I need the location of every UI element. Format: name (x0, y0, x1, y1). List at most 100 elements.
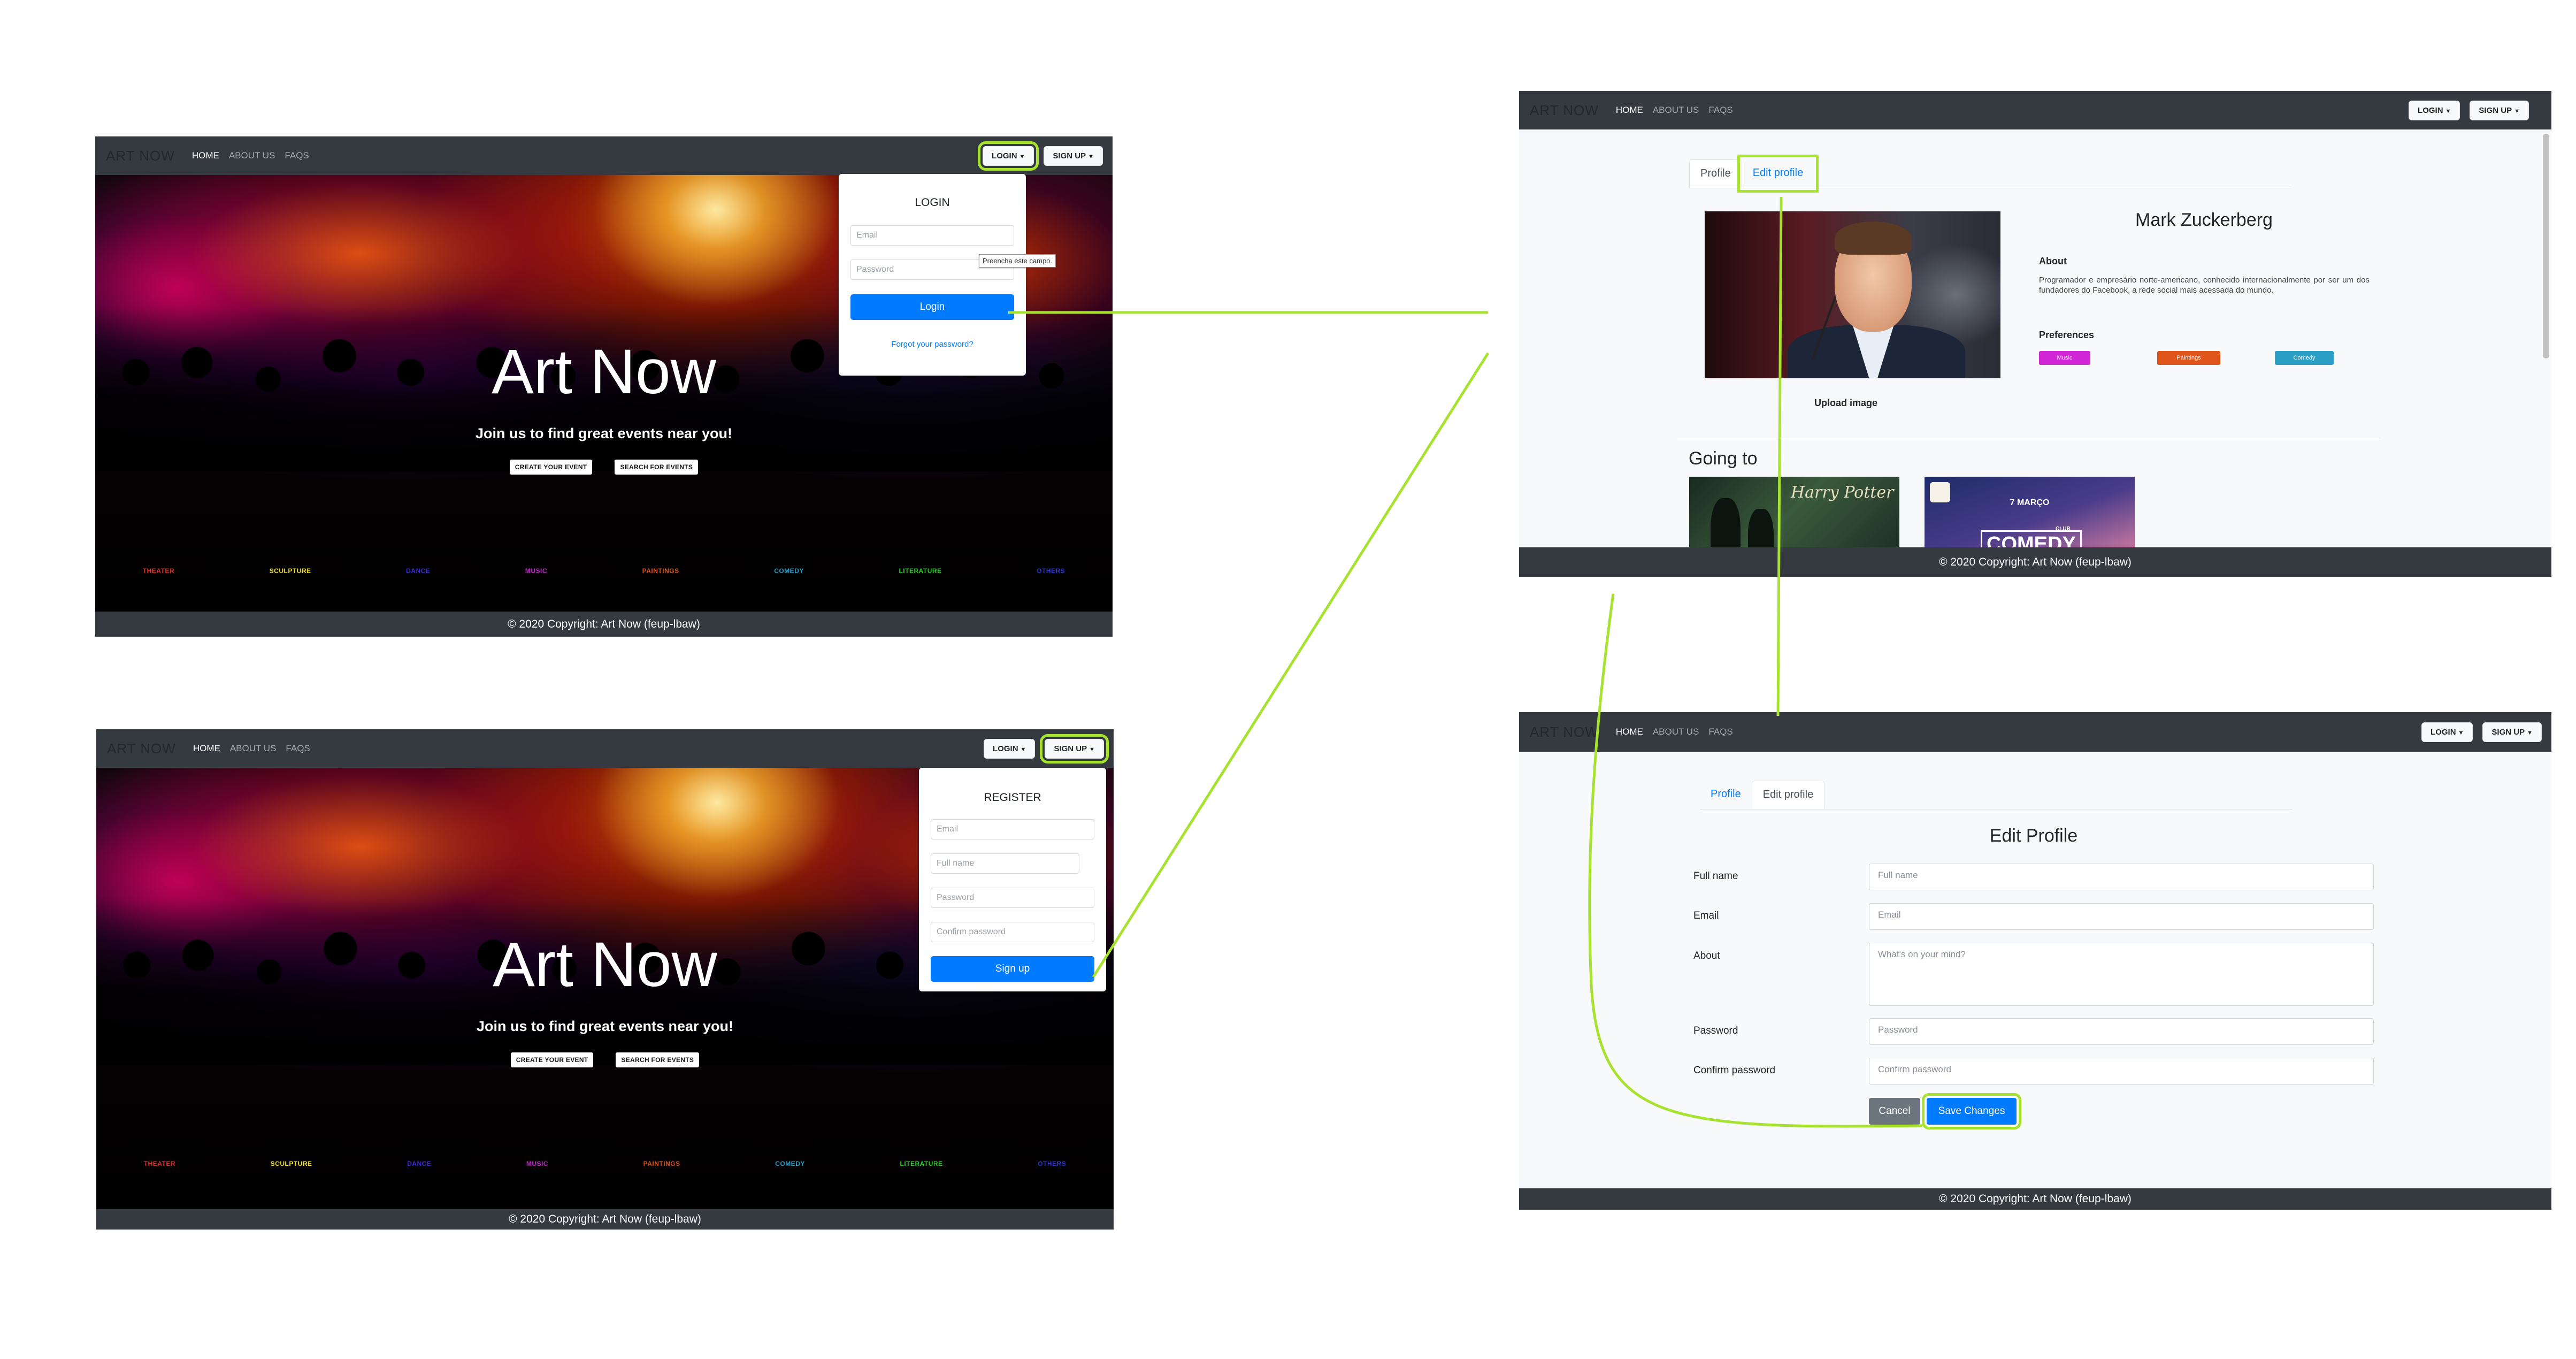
category-paintings[interactable]: PAINTINGS (643, 1160, 680, 1167)
footer: © 2020 Copyright: Art Now (feup-lbaw) (1519, 1188, 2551, 1210)
footer-copyright: © 2020 Copyright: Art Now (feup-lbaw) (509, 1213, 701, 1225)
search-events-button[interactable]: SEARCH FOR EVENTS (615, 460, 699, 475)
profile-tabs: Profile Edit profile (1700, 781, 2293, 810)
about-textarea[interactable]: What's on your mind? (1869, 943, 2374, 1006)
upload-image-button[interactable]: Upload image (1814, 398, 1877, 409)
signup-button[interactable]: SIGN UP ▼ (1040, 734, 1109, 764)
nav-faqs[interactable]: FAQS (285, 150, 309, 161)
category-others[interactable]: OTHERS (1037, 567, 1065, 575)
password-label: Password (1693, 1025, 1738, 1036)
category-dance[interactable]: DANCE (406, 567, 430, 575)
nav-about[interactable]: ABOUT US (229, 150, 275, 161)
nav-about[interactable]: ABOUT US (1653, 727, 1699, 737)
category-paintings[interactable]: PAINTINGS (642, 567, 679, 575)
screen-home-login: ART NOW HOME ABOUT US FAQS LOGIN ▼ SIGN U… (95, 136, 1113, 637)
nav-home[interactable]: HOME (192, 150, 219, 161)
category-music[interactable]: MUSIC (525, 567, 547, 575)
login-button[interactable]: LOGIN ▼ (2409, 100, 2460, 120)
category-literature[interactable]: LITERATURE (899, 567, 941, 575)
caret-down-icon: ▼ (2527, 729, 2533, 736)
login-button[interactable]: LOGIN ▼ (984, 738, 1036, 759)
tab-profile[interactable]: Profile (1700, 781, 1752, 809)
caret-down-icon: ▼ (1088, 153, 1094, 160)
category-others[interactable]: OTHERS (1038, 1160, 1066, 1167)
caret-down-icon: ▼ (2445, 108, 2451, 114)
nav-about[interactable]: ABOUT US (230, 743, 277, 754)
category-dance[interactable]: DANCE (407, 1160, 431, 1167)
email-label: Email (1693, 910, 1719, 921)
nav-home[interactable]: HOME (193, 743, 220, 754)
preference-badge: Music (2039, 351, 2090, 365)
create-event-button[interactable]: CREATE YOUR EVENT (510, 1052, 594, 1067)
signup-button-label: SIGN UP (1054, 744, 1087, 753)
signup-button[interactable]: SIGN UP ▼ (2470, 100, 2529, 120)
category-comedy[interactable]: COMEDY (775, 1160, 805, 1167)
photo-hair (1835, 221, 1912, 255)
category-literature[interactable]: LITERATURE (900, 1160, 942, 1167)
register-confirm-input[interactable]: Confirm password (931, 922, 1094, 942)
nav-faqs[interactable]: FAQS (1708, 727, 1732, 737)
login-button[interactable]: LOGIN ▼ (977, 141, 1039, 171)
tab-edit-profile[interactable]: Edit profile (1737, 155, 1819, 193)
navbar: ART NOW HOME ABOUT US FAQS LOGIN ▼ SIGN U… (96, 729, 1114, 768)
preference-badge: Comedy (2275, 351, 2334, 365)
navbar: ART NOW HOME ABOUT US FAQS LOGIN ▼ SIGN U… (1519, 91, 2551, 129)
register-fullname-input[interactable]: Full name (931, 853, 1079, 874)
caret-down-icon: ▼ (1020, 746, 1026, 753)
register-submit-button[interactable]: Sign up (931, 956, 1094, 982)
create-event-button[interactable]: CREATE YOUR EVENT (509, 460, 593, 475)
profile-name: Mark Zuckerberg (2135, 210, 2273, 230)
category-theater[interactable]: THEATER (144, 1160, 175, 1167)
cancel-button[interactable]: Cancel (1869, 1098, 1920, 1125)
footer-copyright: © 2020 Copyright: Art Now (feup-lbaw) (508, 618, 700, 630)
register-dropdown-title: REGISTER (984, 791, 1041, 804)
navbar: ART NOW HOME ABOUT US FAQS LOGIN ▼ SIGN U… (95, 136, 1113, 175)
category-list: THEATER SCULPTURE DANCE MUSIC PAINTINGS … (96, 1160, 1114, 1167)
nav-home[interactable]: HOME (1616, 727, 1643, 737)
signup-button[interactable]: SIGN UP ▼ (1044, 146, 1103, 166)
nav-about[interactable]: ABOUT US (1653, 105, 1699, 116)
register-password-input[interactable]: Password (931, 888, 1094, 908)
nav-faqs[interactable]: FAQS (286, 743, 310, 754)
category-music[interactable]: MUSIC (526, 1160, 548, 1167)
category-sculpture[interactable]: SCULPTURE (271, 1160, 312, 1167)
signup-button[interactable]: SIGN UP ▼ (2482, 722, 2542, 742)
password-input[interactable]: Password (1869, 1018, 2374, 1045)
category-theater[interactable]: THEATER (143, 567, 174, 575)
caret-down-icon: ▼ (2514, 108, 2520, 114)
login-email-input[interactable]: Email (850, 225, 1014, 246)
category-comedy[interactable]: COMEDY (774, 567, 804, 575)
fullname-input[interactable]: Full name (1869, 864, 2374, 890)
hero-buttons: CREATE YOUR EVENT SEARCH FOR EVENTS (96, 1052, 1114, 1067)
login-button[interactable]: LOGIN ▼ (2421, 722, 2473, 742)
brand-logo[interactable]: ART NOW (1530, 102, 1599, 119)
category-sculpture[interactable]: SCULPTURE (270, 567, 311, 575)
login-submit-button[interactable]: Login (850, 294, 1014, 320)
scrollbar[interactable] (2543, 134, 2549, 358)
edit-profile-title: Edit Profile (1989, 826, 2078, 846)
tab-edit-profile[interactable]: Edit profile (1751, 781, 1825, 809)
search-events-button[interactable]: SEARCH FOR EVENTS (616, 1052, 700, 1067)
save-changes-button[interactable]: Save Changes (1922, 1093, 2021, 1129)
footer: © 2020 Copyright: Art Now (feup-lbaw) (1519, 547, 2551, 577)
register-dropdown: REGISTER Email Full name Password Confir… (919, 768, 1106, 991)
confirm-password-input[interactable]: Confirm password (1869, 1058, 2374, 1085)
screen-home-register: ART NOW HOME ABOUT US FAQS LOGIN ▼ SIGN U… (96, 729, 1114, 1230)
going-to-heading: Going to (1689, 448, 1758, 469)
login-button-label: LOGIN (2431, 727, 2456, 737)
nav-home[interactable]: HOME (1616, 105, 1643, 116)
login-button-label: LOGIN (993, 744, 1018, 753)
about-label: About (1693, 950, 1720, 961)
register-email-input[interactable]: Email (931, 819, 1094, 839)
tab-profile[interactable]: Profile (1689, 159, 1742, 188)
email-input[interactable]: Email (1869, 903, 2374, 930)
brand-logo[interactable]: ART NOW (1530, 724, 1599, 740)
hero-subtitle: Join us to find great events near you! (476, 1018, 734, 1034)
nav-faqs[interactable]: FAQS (1708, 105, 1732, 116)
page-bottom (1519, 577, 2551, 598)
forgot-password-link[interactable]: Forgot your password? (839, 340, 1026, 349)
login-dropdown: LOGIN Email Password Login Forgot your p… (839, 174, 1026, 376)
brand-logo[interactable]: ART NOW (107, 740, 176, 757)
event-avatar (1930, 482, 1950, 502)
brand-logo[interactable]: ART NOW (106, 148, 175, 164)
